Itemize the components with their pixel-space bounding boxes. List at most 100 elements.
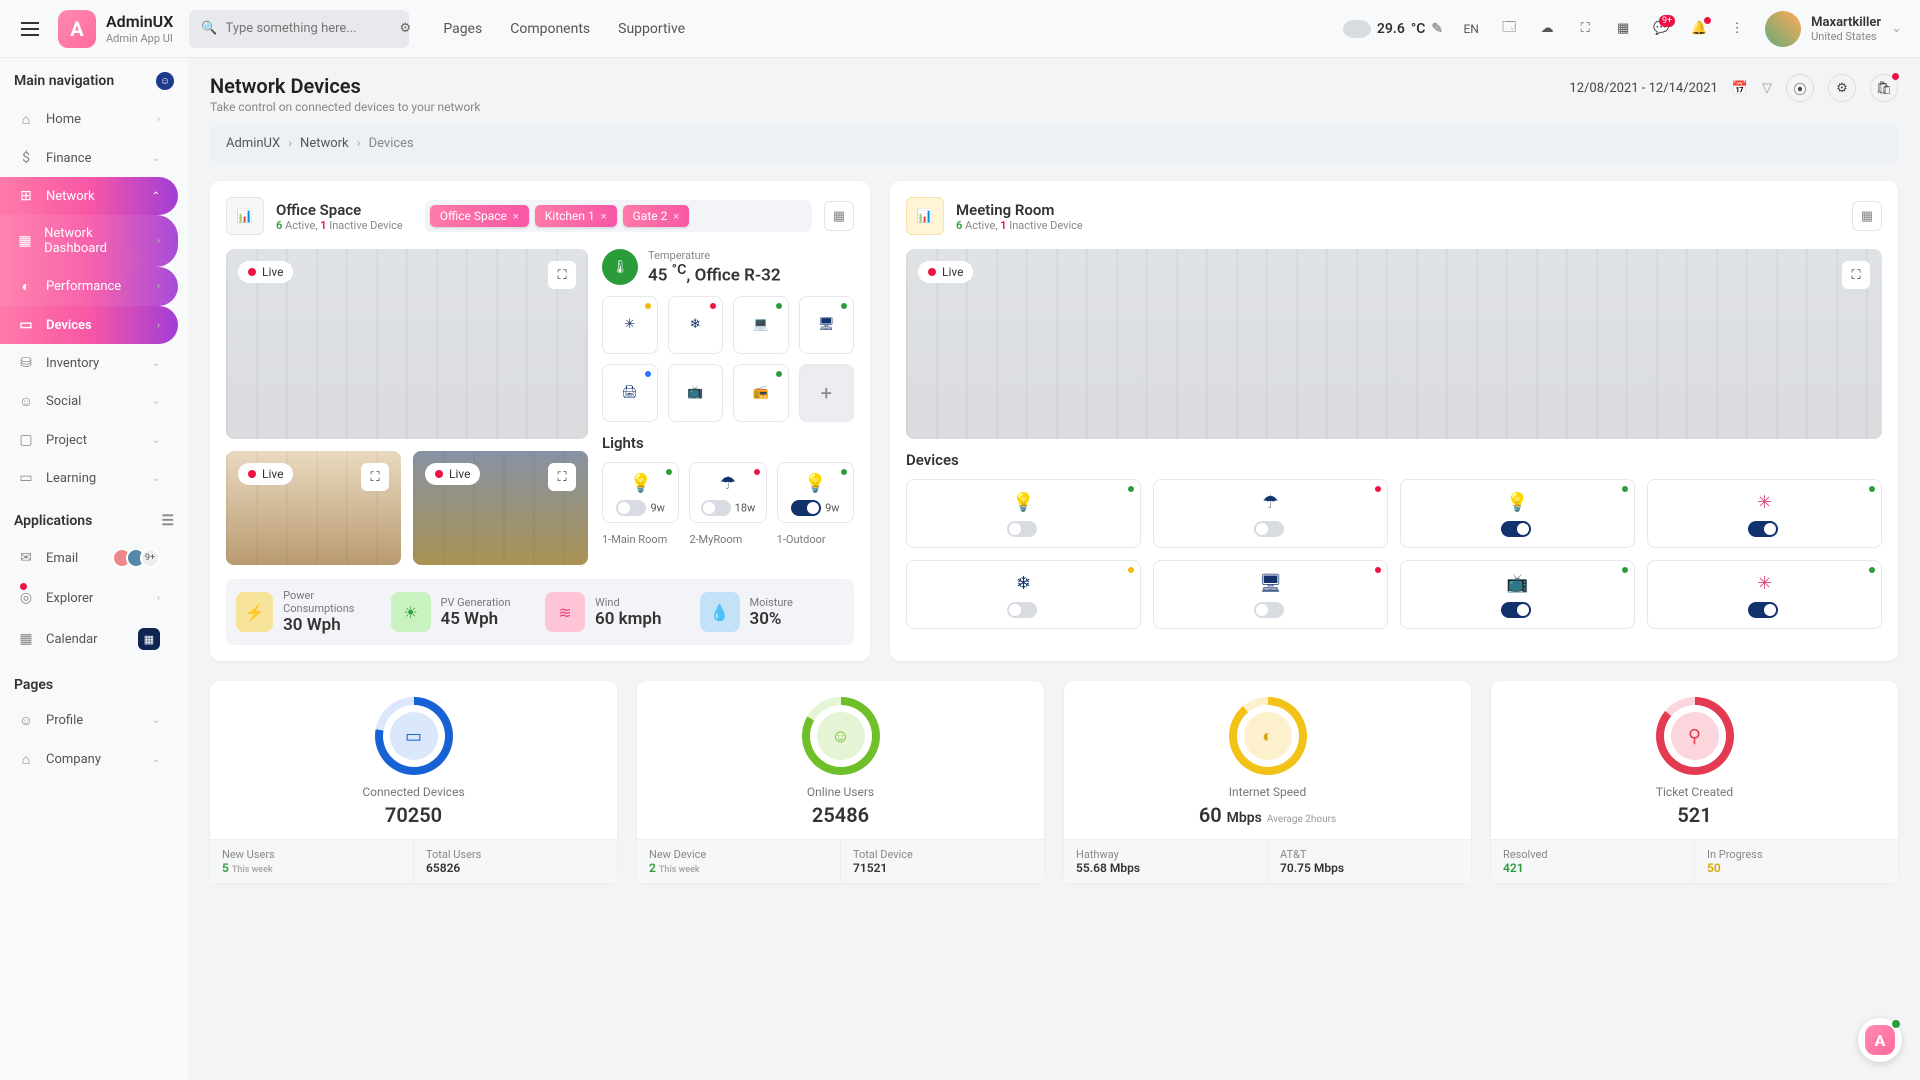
light-tile[interactable]: ☂18w	[689, 462, 766, 523]
cart-icon[interactable]: 🛍	[1870, 74, 1898, 102]
light-toggle[interactable]	[616, 500, 646, 516]
topnav-supportive[interactable]: Supportive	[618, 21, 685, 37]
filter-icon[interactable]: ⚙	[400, 21, 412, 36]
chip-gate[interactable]: Gate 2×	[623, 205, 690, 227]
chip-kitchen[interactable]: Kitchen 1×	[535, 205, 617, 227]
device-tile-plus[interactable]: +	[799, 364, 855, 422]
device-tile-lamp[interactable]: ☂	[1153, 479, 1388, 548]
cloud-download-icon[interactable]: ☁	[1537, 19, 1557, 39]
cast-icon: 📺	[1409, 573, 1626, 594]
crumb-root[interactable]: AdminUX	[226, 136, 280, 151]
chart-icon: 📊	[226, 197, 264, 235]
support-icon[interactable]: ⦿	[1786, 74, 1814, 102]
device-toggle[interactable]	[1501, 602, 1531, 618]
sidebar-sub-network-dashboard[interactable]: ▦Network Dashboard›	[0, 215, 178, 267]
drop-icon: 💧	[700, 592, 740, 632]
light-tile[interactable]: 💡9w	[602, 462, 679, 523]
page-company[interactable]: ⌂Company⌄	[0, 740, 178, 779]
device-tile-printer[interactable]: 🖨	[602, 364, 658, 422]
device-tile-snow[interactable]: ❄	[906, 560, 1141, 629]
app-calendar[interactable]: ▦Calendar▦	[0, 617, 178, 661]
translate-icon[interactable]: 🗔	[1499, 19, 1519, 39]
device-tile-bulb[interactable]: 💡	[906, 479, 1141, 548]
app-icon: ▦	[18, 631, 34, 647]
sidebar-item-inventory[interactable]: ⛁Inventory⌄	[0, 344, 178, 382]
meeting-title: Meeting Room	[956, 201, 1840, 219]
layout-grid-icon[interactable]: ▦	[824, 201, 854, 231]
expand-icon[interactable]: ⛶	[1842, 261, 1870, 289]
device-tile-cast[interactable]: 📺	[1400, 560, 1635, 629]
device-tile-radio[interactable]: 📻	[733, 364, 789, 422]
device-tile-fan[interactable]: ✳	[602, 296, 658, 354]
settings-gear-icon[interactable]: ⚙	[1828, 74, 1856, 102]
brand-block[interactable]: A AdminUX Admin App UI	[58, 10, 173, 48]
sidebar-sub-performance[interactable]: ◐Performance›	[0, 267, 178, 306]
funnel-icon[interactable]: ▽	[1762, 81, 1772, 96]
device-toggle[interactable]	[1254, 521, 1284, 537]
sidebar-item-finance[interactable]: $Finance⌄	[0, 139, 178, 177]
floating-help-button[interactable]: A	[1858, 1018, 1902, 1062]
device-tile-laptop[interactable]: 💻	[733, 296, 789, 354]
device-toggle[interactable]	[1007, 602, 1037, 618]
device-tile-fan[interactable]: ✳	[1647, 560, 1882, 629]
chip-office[interactable]: Office Space×	[430, 205, 529, 227]
fullscreen-icon[interactable]: ⛶	[1575, 19, 1595, 39]
device-toggle[interactable]	[1501, 521, 1531, 537]
sidebar-item-learning[interactable]: ▭Learning⌄	[0, 459, 178, 497]
date-range[interactable]: 12/08/2021 - 12/14/2021	[1569, 81, 1717, 96]
fan-icon: ✳	[624, 317, 635, 332]
camera-office-main[interactable]: Live ⛶	[226, 249, 588, 439]
camera-meeting[interactable]: Live ⛶	[906, 249, 1882, 439]
page-profile[interactable]: ☺Profile⌄	[0, 701, 178, 740]
app-email[interactable]: ✉Email9+	[0, 537, 178, 579]
device-tile-desktop[interactable]: 🖥	[1153, 560, 1388, 629]
topnav-components[interactable]: Components	[510, 21, 590, 37]
apps-grid-icon[interactable]: ▦	[1613, 19, 1633, 39]
page-label: Profile	[46, 713, 83, 728]
pencil-icon[interactable]: ✎	[1431, 21, 1443, 37]
light-tile[interactable]: 💡9w	[777, 462, 854, 523]
metric-label: Internet Speed	[1064, 785, 1471, 799]
camera-gate[interactable]: Live ⛶	[413, 451, 588, 565]
device-toggle[interactable]	[1748, 602, 1778, 618]
sliders-icon[interactable]: ☰	[161, 513, 174, 529]
expand-icon[interactable]: ⛶	[361, 463, 389, 491]
device-tile-bulb[interactable]: 💡	[1400, 479, 1635, 548]
chevron-icon: ⌃	[152, 191, 160, 202]
office-card: 📊 Office Space 6 Active, 1 Inactive Devi…	[210, 181, 870, 661]
page-icon: ⌂	[18, 751, 34, 768]
kebab-menu-icon[interactable]: ⋮	[1727, 19, 1747, 39]
expand-icon[interactable]: ⛶	[548, 261, 576, 289]
light-toggle[interactable]	[791, 500, 821, 516]
sidebar-item-social[interactable]: ☺Social⌄	[0, 382, 178, 421]
device-tile-snow[interactable]: ❄	[668, 296, 724, 354]
device-toggle[interactable]	[1748, 521, 1778, 537]
sidebar-item-project[interactable]: ▢Project⌄	[0, 421, 178, 459]
user-chip-icon[interactable]: ☺	[156, 72, 174, 90]
device-toggle[interactable]	[1254, 602, 1284, 618]
office-status: 6 Active, 1 Inactive Device	[276, 219, 403, 232]
search-input[interactable]	[226, 21, 392, 36]
device-toggle[interactable]	[1007, 521, 1037, 537]
bell-icon[interactable]: 🔔	[1689, 19, 1709, 39]
app-explorer[interactable]: ◎Explorer›	[0, 579, 178, 617]
search-box[interactable]: 🔍 ⚙	[189, 10, 409, 48]
calendar-icon[interactable]: 📅	[1732, 81, 1748, 96]
layout-grid-icon[interactable]: ▦	[1852, 201, 1882, 231]
device-tile-fan[interactable]: ✳	[1647, 479, 1882, 548]
camera-kitchen[interactable]: Live ⛶	[226, 451, 401, 565]
lang-button[interactable]: EN	[1461, 19, 1481, 39]
hamburger-menu[interactable]	[18, 17, 42, 41]
device-tile-cast[interactable]: 📺	[668, 364, 724, 422]
topnav-pages[interactable]: Pages	[443, 21, 482, 37]
crumb-network[interactable]: Network	[300, 136, 349, 151]
messages-icon[interactable]: 💬9+	[1651, 19, 1671, 39]
user-menu[interactable]: Maxartkiller United States ⌄	[1765, 11, 1902, 47]
sidebar-sub-devices[interactable]: ▭Devices›	[0, 306, 178, 344]
sidebar-item-home[interactable]: ⌂Home›	[0, 100, 178, 139]
device-tile-desktop[interactable]: 🖥	[799, 296, 855, 354]
weather-widget[interactable]: 29.6°C ✎	[1343, 20, 1443, 38]
expand-icon[interactable]: ⛶	[548, 463, 576, 491]
sidebar-item-network[interactable]: ⊞Network⌃	[0, 177, 178, 215]
light-toggle[interactable]	[701, 500, 731, 516]
